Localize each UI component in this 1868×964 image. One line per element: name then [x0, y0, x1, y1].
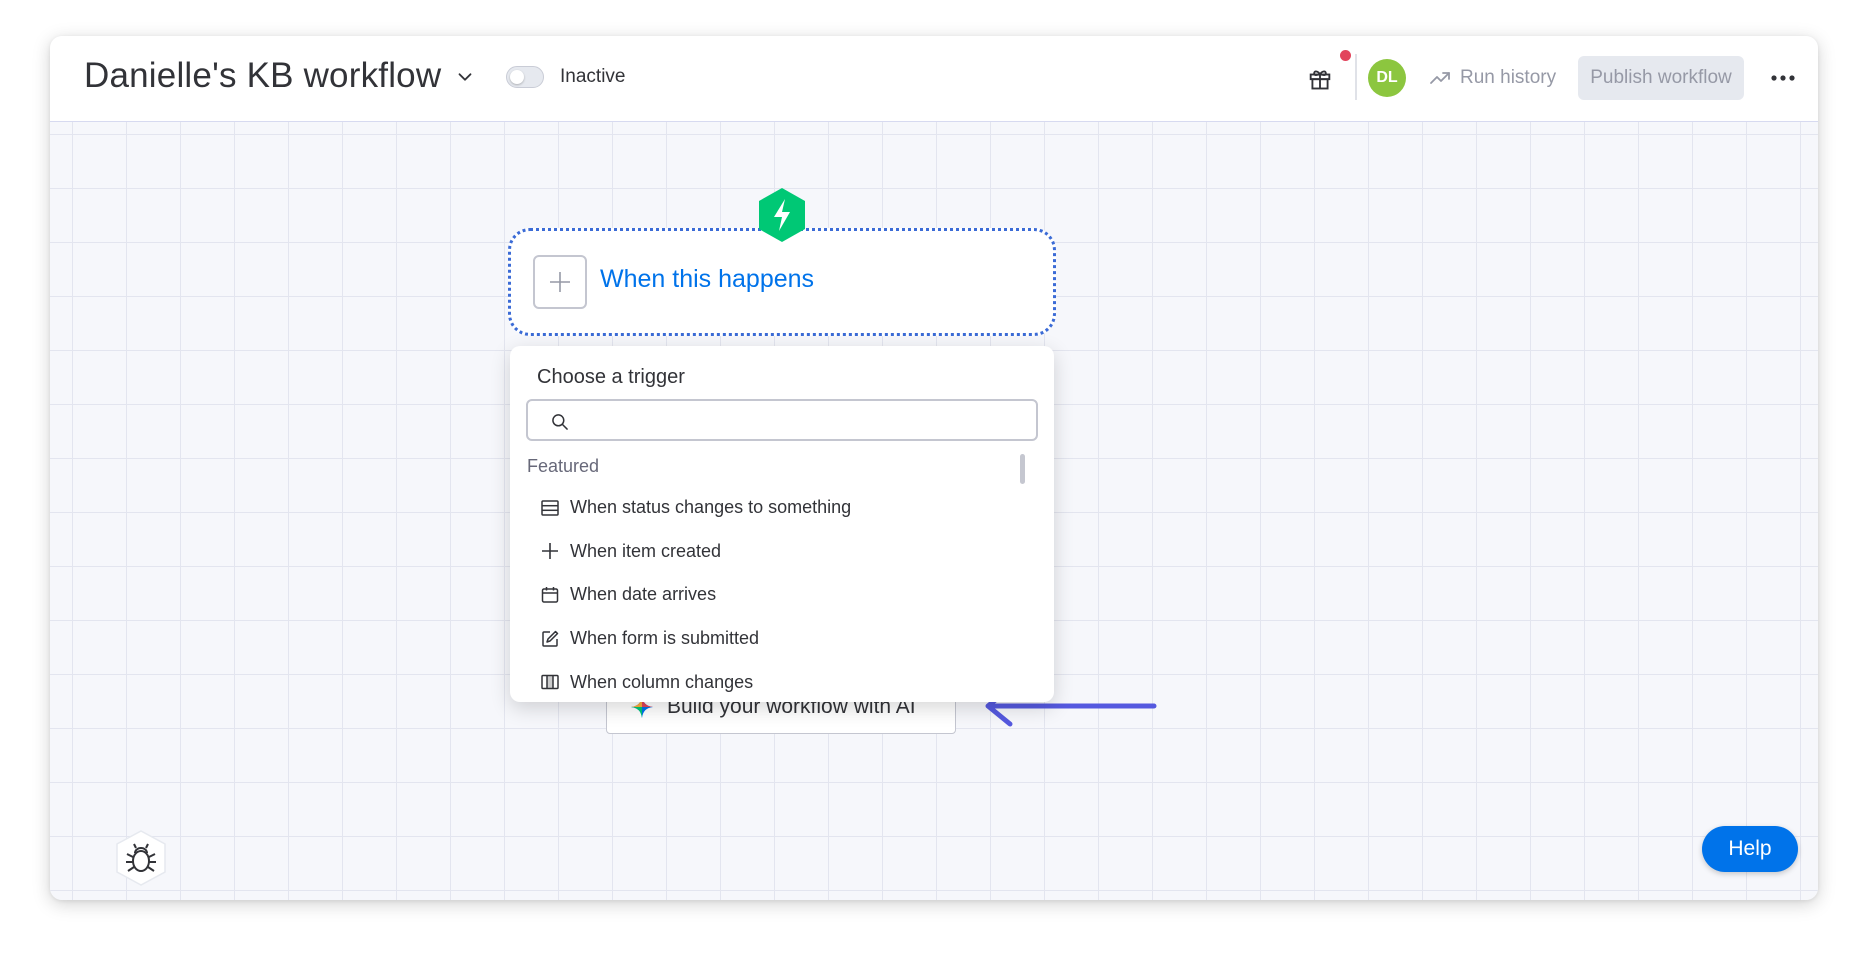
trigger-option-date-arrives[interactable]: When date arrives [540, 573, 1010, 617]
plus-icon [550, 272, 570, 292]
run-history-label: Run history [1460, 67, 1557, 88]
dropdown-scrollbar[interactable] [1020, 454, 1025, 484]
trigger-option-form-submitted[interactable]: When form is submitted [540, 617, 1010, 661]
trigger-option-column-changes[interactable]: When column changes [540, 660, 1010, 702]
trigger-title[interactable]: When this happens [600, 265, 814, 294]
list-item: When form is submitted [570, 628, 760, 649]
trigger-list: When status changes to something When it… [540, 486, 1010, 702]
dropdown-title: Choose a trigger [537, 366, 685, 388]
trigger-search[interactable] [526, 399, 1038, 441]
avatar[interactable]: DL [1368, 59, 1406, 97]
plus-icon [542, 543, 558, 560]
chevron-down-icon[interactable] [454, 66, 476, 88]
search-icon [552, 414, 568, 430]
list-item: When date arrives [570, 584, 717, 605]
toggle-knob [510, 70, 524, 84]
header-bar: Danielle's KB workflow Inactive DL Run h… [50, 36, 1818, 122]
notification-dot [1340, 50, 1351, 61]
section-label-featured: Featured [527, 456, 600, 476]
column-icon [541, 674, 559, 690]
bug-icon[interactable] [114, 828, 168, 888]
publish-workflow-button[interactable]: Publish workflow [1578, 56, 1744, 100]
lightning-icon [759, 188, 805, 242]
trigger-option-item-created[interactable]: When item created [540, 530, 1010, 574]
form-edit-icon [542, 630, 559, 647]
trend-icon [1430, 72, 1450, 84]
gift-icon[interactable] [1306, 64, 1334, 92]
list-item: When item created [570, 540, 722, 561]
status-label: Inactive [560, 66, 626, 87]
active-toggle[interactable] [506, 66, 544, 88]
workflow-title[interactable]: Danielle's KB workflow [84, 56, 441, 96]
run-history-button[interactable]: Run history [1428, 62, 1556, 94]
help-button[interactable]: Help [1702, 826, 1798, 872]
more-options-icon[interactable] [1768, 66, 1798, 90]
calendar-icon [541, 586, 559, 603]
trigger-dropdown: Choose a trigger Featured When status ch… [510, 346, 1054, 702]
header-divider [1355, 54, 1357, 100]
trigger-card[interactable]: When this happens [508, 228, 1056, 336]
status-table-icon [541, 500, 559, 516]
list-item: When column changes [570, 671, 754, 692]
trigger-option-status-change[interactable]: When status changes to something [540, 486, 1010, 530]
list-item: When status changes to something [570, 497, 852, 518]
search-input[interactable] [582, 409, 1022, 433]
add-trigger-button[interactable] [533, 255, 587, 309]
workflow-window: Danielle's KB workflow Inactive DL Run h… [50, 36, 1818, 900]
